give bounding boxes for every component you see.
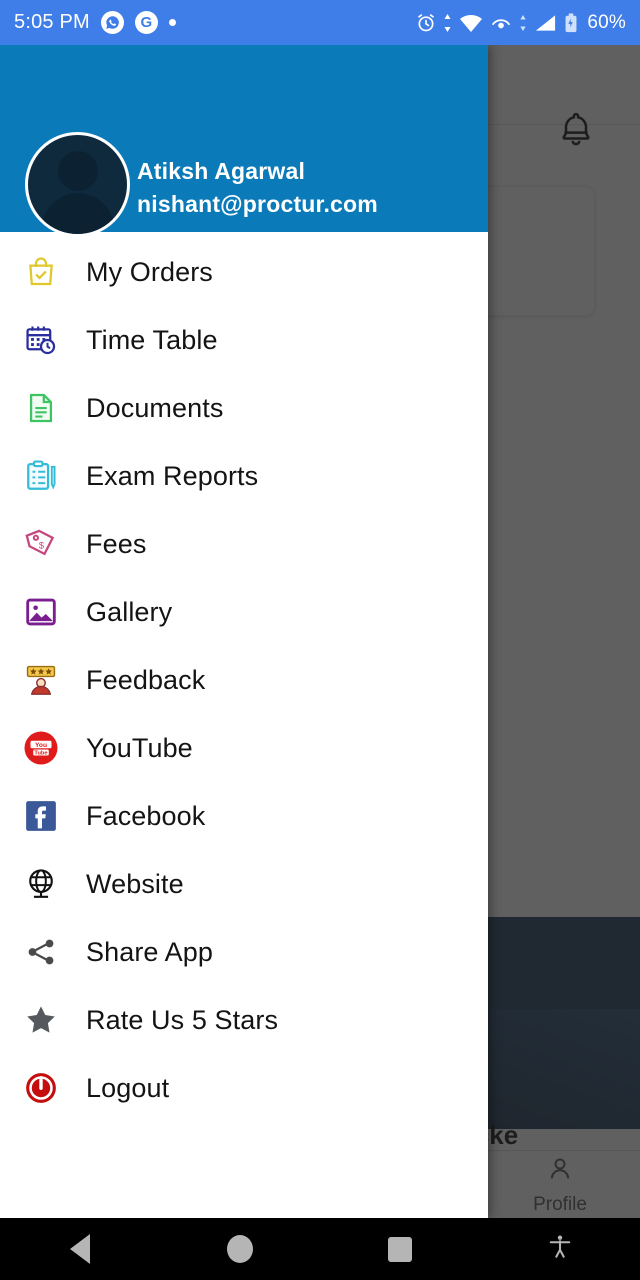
- drawer-item-label: Time Table: [86, 324, 218, 355]
- nav-accessibility-button[interactable]: [480, 1232, 640, 1267]
- drawer-item-label: Share App: [86, 936, 214, 967]
- calendar-clock-icon: [20, 319, 62, 361]
- wifi-icon: [459, 13, 483, 33]
- drawer-item-label: Exam Reports: [86, 460, 259, 491]
- data-arrows-icon: [443, 13, 452, 33]
- battery-percent: 60%: [587, 11, 626, 33]
- shopping-bag-icon: [20, 251, 62, 293]
- avatar[interactable]: [25, 132, 130, 237]
- drawer-item-label: YouTube: [86, 732, 193, 763]
- dot-icon: [168, 19, 176, 26]
- feedback-stars-icon: [20, 659, 62, 701]
- nav-back-button[interactable]: [0, 1234, 160, 1264]
- svg-text:Tube: Tube: [34, 750, 47, 756]
- back-triangle-icon: [70, 1234, 90, 1264]
- recents-square-icon: [388, 1236, 412, 1262]
- drawer-item-share-app[interactable]: Share App: [0, 918, 488, 986]
- drawer-item-youtube[interactable]: You Tube YouTube: [0, 714, 488, 782]
- signal-icon: [534, 13, 557, 33]
- drawer-item-label: Rate Us 5 Stars: [86, 1004, 279, 1035]
- svg-text:$: $: [39, 540, 44, 550]
- avatar-head: [57, 151, 98, 191]
- drawer-item-facebook[interactable]: Facebook: [0, 782, 488, 850]
- user-info: Atiksh Agarwal nishant@proctur.com: [137, 158, 378, 218]
- drawer-item-label: Website: [86, 868, 184, 899]
- drawer-item-time-table[interactable]: Time Table: [0, 306, 488, 374]
- data-arrows-icon-2: [519, 14, 527, 32]
- accessibility-icon: [547, 1232, 573, 1267]
- drawer-menu: My Orders Time Table Documents Exam Repo…: [0, 232, 488, 1122]
- drawer-item-label: Documents: [86, 392, 224, 423]
- star-icon: [20, 999, 62, 1041]
- cast-icon: [490, 13, 512, 33]
- svg-text:You: You: [35, 742, 47, 749]
- nav-home-button[interactable]: [160, 1235, 320, 1263]
- drawer-item-my-orders[interactable]: My Orders: [0, 238, 488, 306]
- alarm-icon: [416, 13, 436, 33]
- drawer-item-documents[interactable]: Documents: [0, 374, 488, 442]
- drawer-item-logout[interactable]: Logout: [0, 1054, 488, 1122]
- whatsapp-icon: [100, 11, 124, 34]
- power-icon: [20, 1067, 62, 1109]
- nav-recents-button[interactable]: [320, 1236, 480, 1262]
- drawer-item-label: Logout: [86, 1072, 170, 1103]
- clipboard-pen-icon: [20, 455, 62, 497]
- drawer-item-rate-us[interactable]: Rate Us 5 Stars: [0, 986, 488, 1054]
- drawer-item-exam-reports[interactable]: Exam Reports: [0, 442, 488, 510]
- status-bar-right: 60%: [416, 12, 626, 34]
- google-icon: G: [134, 11, 158, 34]
- navigation-drawer: Atiksh Agarwal nishant@proctur.com My Or…: [0, 45, 488, 1218]
- avatar-body: [41, 193, 114, 234]
- drawer-item-label: Gallery: [86, 596, 173, 627]
- drawer-item-feedback[interactable]: Feedback: [0, 646, 488, 714]
- battery-icon: [564, 12, 578, 33]
- drawer-item-label: My Orders: [86, 256, 213, 287]
- share-icon: [20, 931, 62, 973]
- status-bar-clock: 5:05 PM: [14, 11, 90, 33]
- youtube-icon: You Tube: [20, 727, 62, 769]
- drawer-item-label: Facebook: [86, 800, 206, 831]
- facebook-icon: [20, 795, 62, 837]
- image-icon: [20, 591, 62, 633]
- price-tag-icon: $: [20, 523, 62, 565]
- drawer-item-label: Fees: [86, 528, 147, 559]
- drawer-item-gallery[interactable]: Gallery: [0, 578, 488, 646]
- user-name: Atiksh Agarwal: [137, 158, 306, 184]
- user-email: nishant@proctur.com: [137, 191, 378, 217]
- home-circle-icon: [227, 1235, 253, 1263]
- android-nav-bar: [0, 1218, 640, 1280]
- drawer-item-fees[interactable]: $ Fees: [0, 510, 488, 578]
- drawer-item-label: Feedback: [86, 664, 206, 695]
- status-bar-left: 5:05 PM G: [14, 11, 176, 34]
- phone-screen: 5:05 PM G 60% Atiksh Agarwal nishant@pro…: [0, 0, 640, 1280]
- globe-icon: [20, 863, 62, 905]
- status-bar: 5:05 PM G 60%: [0, 0, 640, 45]
- document-icon: [20, 387, 62, 429]
- drawer-header: Atiksh Agarwal nishant@proctur.com: [0, 45, 488, 237]
- drawer-item-website[interactable]: Website: [0, 850, 488, 918]
